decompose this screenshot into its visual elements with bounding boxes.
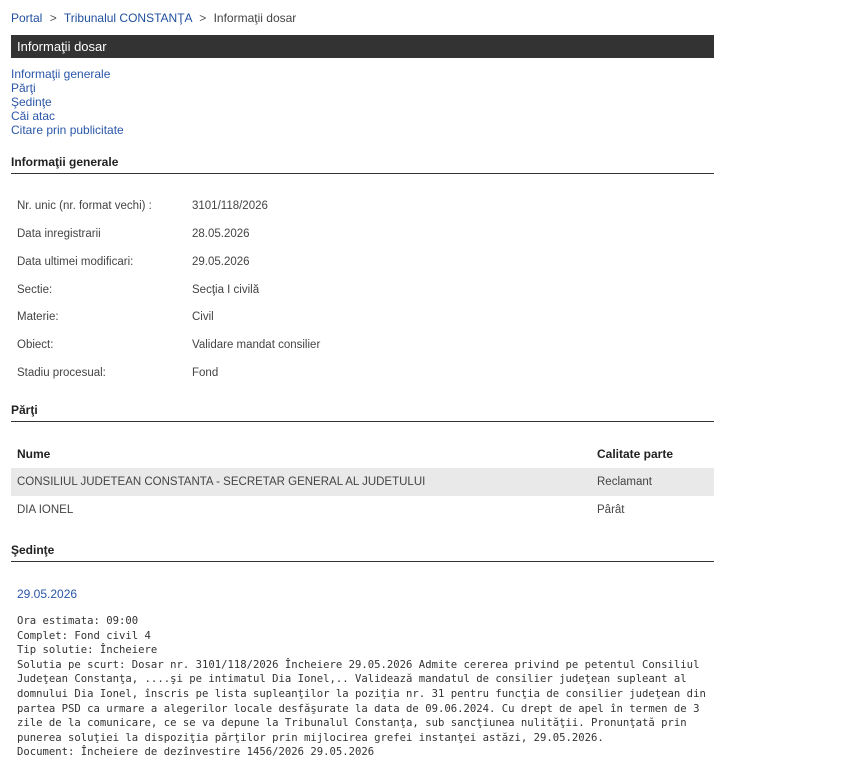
table-row: CONSILIUL JUDETEAN CONSTANTA - SECRETAR … [11, 468, 714, 496]
sedinta-document: Document: Încheiere de dezînvestire 1456… [17, 746, 375, 759]
info-value: 29.05.2026 [192, 256, 250, 268]
page-title-bar: Informaţii dosar [11, 35, 714, 58]
sedinta-solutie: Solutia pe scurt: Dosar nr. 3101/118/202… [17, 658, 706, 744]
column-header-nume: Nume [17, 447, 51, 461]
info-label: Sectie: [17, 284, 53, 296]
link-parti[interactable]: Părţi [11, 81, 124, 95]
column-header-calitate: Calitate parte [597, 447, 674, 461]
table-row: DIA IONEL Pârât [11, 496, 714, 524]
section-heading-general: Informaţii generale [11, 155, 714, 174]
info-value: 28.05.2026 [192, 228, 250, 240]
party-role: Pârât [597, 504, 625, 516]
sedinta-details: Ora estimata: 09:00 Complet: Fond civil … [17, 614, 717, 760]
info-label: Data ultimei modificari: [17, 256, 134, 268]
info-label: Materie: [17, 311, 59, 323]
info-value: Secţia I civilă [192, 284, 260, 296]
sedinta-ora: Ora estimata: 09:00 [17, 615, 139, 627]
link-sedinte[interactable]: Şedinţe [11, 95, 124, 109]
breadcrumb-separator: > [199, 11, 207, 25]
link-cai-atac[interactable]: Căi atac [11, 109, 124, 123]
party-name: DIA IONEL [17, 504, 74, 516]
table-header: Nume Calitate parte [11, 440, 714, 468]
info-label: Nr. unic (nr. format vechi) : [17, 200, 152, 212]
breadcrumb-court-link[interactable]: Tribunalul CONSTANŢA [64, 11, 192, 25]
breadcrumb: Portal > Tribunalul CONSTANŢA > Informaţ… [11, 11, 296, 25]
section-heading-sedinte: Şedinţe [11, 543, 714, 562]
info-label: Stadiu procesual: [17, 367, 106, 379]
section-heading-parti: Părţi [11, 403, 714, 422]
link-citare-publicitate[interactable]: Citare prin publicitate [11, 123, 124, 137]
party-name: CONSILIUL JUDETEAN CONSTANTA - SECRETAR … [17, 476, 426, 488]
sedinta-complet: Complet: Fond civil 4 [17, 629, 151, 642]
sedinta-date: 29.05.2026 [17, 587, 78, 601]
sedinta-tip-solutie: Tip solutie: Încheiere [17, 644, 158, 657]
info-label: Data inregistrarii [17, 228, 101, 240]
link-informatii-generale[interactable]: Informaţii generale [11, 67, 124, 81]
quick-links: Informaţii generale Părţi Şedinţe Căi at… [11, 67, 124, 137]
info-label: Obiect: [17, 339, 54, 351]
info-value: 3101/118/2026 [192, 200, 268, 212]
breadcrumb-separator: > [49, 11, 57, 25]
info-value: Civil [192, 311, 214, 323]
breadcrumb-current: Informaţii dosar [213, 11, 297, 25]
info-value: Validare mandat consilier [192, 339, 321, 351]
parti-table: Nume Calitate parte CONSILIUL JUDETEAN C… [11, 440, 714, 524]
breadcrumb-portal-link[interactable]: Portal [11, 11, 42, 25]
party-role: Reclamant [597, 476, 652, 488]
info-value: Fond [192, 367, 219, 379]
